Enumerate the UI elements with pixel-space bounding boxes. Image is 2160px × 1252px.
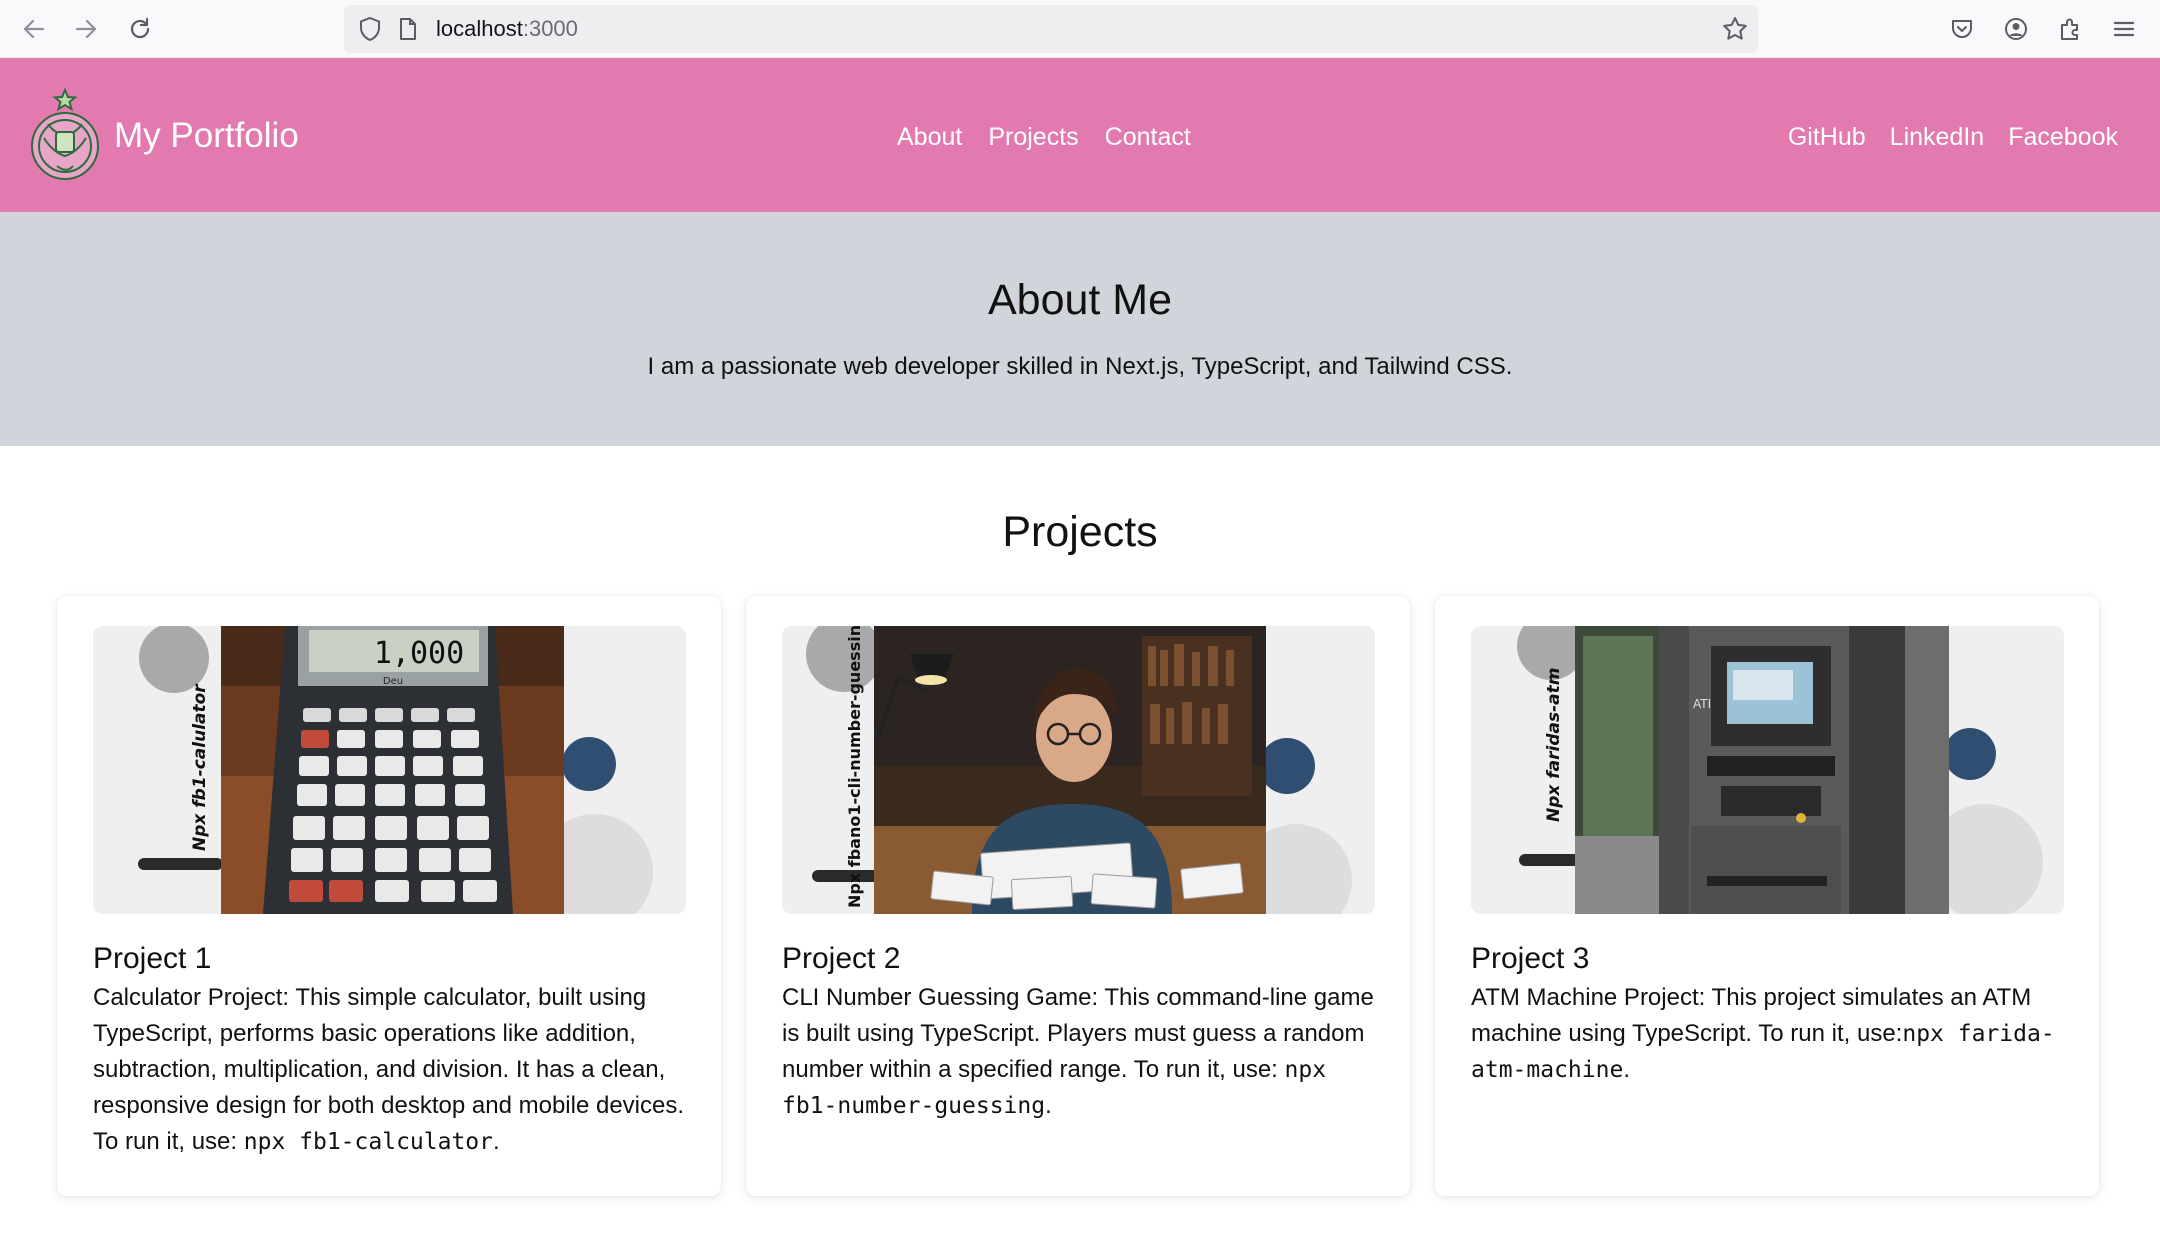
project-image-calculator: 1,000 Deu Npx fb1-calulator (93, 626, 686, 914)
nav-link-about[interactable]: About (897, 122, 962, 152)
project-title-2: Project 2 (782, 942, 901, 975)
reload-icon[interactable] (124, 13, 156, 45)
brand-title[interactable]: My Portfolio (114, 116, 299, 156)
project-card-3[interactable]: ATI Npx faridas-atm Project 3 ATM Machin… (1435, 596, 2099, 1196)
social-link-facebook[interactable]: Facebook (2008, 122, 2118, 152)
project-description-3: ATM Machine Project: This project simula… (1471, 984, 2055, 1083)
social-link-github[interactable]: GitHub (1788, 122, 1866, 152)
forward-arrow-icon[interactable] (70, 13, 102, 45)
project-image-label-3: Npx faridas-atm (1544, 668, 1564, 823)
project-command-1: npx fb1-calculator (243, 1129, 493, 1155)
shield-icon[interactable] (354, 13, 386, 45)
url-text[interactable]: localhost:3000 (436, 5, 578, 53)
page-icon (392, 13, 424, 45)
about-section: About Me I am a passionate web developer… (0, 212, 2160, 446)
project-image-label-1: Npx fb1-calulator (190, 683, 210, 851)
atm-sign-text: ATI (1693, 697, 1711, 711)
account-icon[interactable] (2000, 13, 2032, 45)
project-image-guessing-game: Npx fbano1-cli-number-guessing (782, 626, 1375, 914)
site-header: My Portfolio About Projects Contact GitH… (0, 58, 2160, 212)
browser-toolbar: localhost:3000 (0, 0, 2160, 58)
social-nav: GitHub LinkedIn Facebook (1788, 122, 2118, 152)
project-image-atm: ATI Npx faridas-atm (1471, 626, 2064, 914)
menu-icon[interactable] (2108, 13, 2140, 45)
nav-link-projects[interactable]: Projects (988, 122, 1078, 152)
project-card-1[interactable]: 1,000 Deu Npx fb1-calulator Project 1 Ca… (57, 596, 721, 1196)
project-description-2: CLI Number Guessing Game: This command-l… (782, 984, 1374, 1119)
back-arrow-icon[interactable] (18, 13, 50, 45)
projects-title: Projects (1002, 508, 1158, 556)
bookmark-star-icon[interactable] (1719, 13, 1751, 45)
project-description-1: Calculator Project: This simple calculat… (93, 984, 685, 1155)
main-nav: About Projects Contact (897, 122, 1191, 152)
pocket-icon[interactable] (1946, 13, 1978, 45)
nav-link-contact[interactable]: Contact (1105, 122, 1191, 152)
address-bar[interactable]: localhost:3000 (344, 5, 1758, 53)
extensions-icon[interactable] (2054, 13, 2086, 45)
logo-emblem-icon[interactable] (26, 87, 104, 180)
social-link-linkedin[interactable]: LinkedIn (1890, 122, 1985, 152)
calculator-display-text: 1,000 (374, 636, 464, 671)
about-title: About Me (987, 276, 1173, 324)
project-title-3: Project 3 (1471, 942, 1590, 975)
project-image-label-2: Npx fbano1-cli-number-guessing (845, 626, 864, 908)
calculator-brand-text: Deu (383, 676, 403, 687)
project-card-2[interactable]: Npx fbano1-cli-number-guessing Project 2… (746, 596, 1410, 1196)
project-title-1: Project 1 (93, 942, 212, 975)
about-text: I am a passionate web developer skilled … (647, 353, 1513, 380)
